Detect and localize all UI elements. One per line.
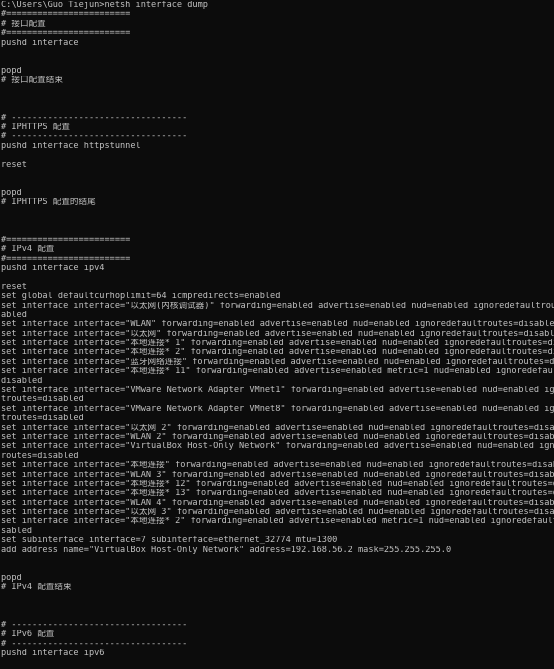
console-line: set interface interface="以太网 3" forwardi… (1, 508, 554, 518)
console-line: #======================== (1, 29, 131, 39)
console-line: set interface interface="VMware Network … (1, 404, 554, 414)
console-line: pushd interface httpstunnel (1, 141, 141, 151)
console-line: set interface interface="WLAN 4" forward… (1, 498, 554, 508)
console-line: #======================== (1, 10, 131, 20)
console-line: disabled (1, 376, 43, 386)
console-line: pushd interface ipv4 (1, 263, 105, 273)
console-output: C:\Users\Guo Tiejun>netsh interface dump… (1, 1, 554, 658)
console-line: set interface interface="以太网 2" forwardi… (1, 423, 554, 433)
console-line: set interface interface="VMware Network … (1, 386, 554, 396)
console-line: # ---------------------------------- (1, 639, 188, 649)
console-line: pushd interface ipv6 (1, 648, 105, 658)
console-line: sabled (1, 526, 33, 536)
console-line: reset (1, 160, 27, 170)
console-line: popd (1, 573, 22, 583)
console-line: set interface interface="本地连接* 2" forwar… (1, 517, 554, 527)
command-prompt-line: C:\Users\Guo Tiejun>netsh interface dump (1, 1, 208, 10)
console-line: reset (1, 282, 27, 292)
console-line: set interface interface="本地连接* 13" forwa… (1, 489, 554, 499)
console-line: popd (1, 188, 22, 198)
console-line: # 接口配置结束 (1, 76, 63, 86)
console-line: # IPv4 配置 (1, 245, 55, 255)
console-line: set interface interface="WLAN" forwardin… (1, 320, 554, 330)
console-line: set interface interface="本地连接* 12" forwa… (1, 479, 554, 489)
console-line: set interface interface="本地连接* 2" forwar… (1, 348, 554, 358)
console-line: # 接口配置 (1, 19, 46, 29)
console-line: set interface interface="本地连接* 11" forwa… (1, 367, 554, 377)
console-line: troutes=disabled (1, 414, 84, 424)
console-window[interactable]: C:\Users\Guo Tiejun>netsh interface dump… (0, 0, 554, 669)
console-line: # IPHTTPS 配置 (1, 123, 70, 133)
console-line: set interface interface="本地连接" forwardin… (1, 461, 554, 471)
console-line: set interface interface="WLAN 2" forward… (1, 432, 554, 442)
console-line: abled (1, 310, 27, 320)
console-line: # ---------------------------------- (1, 620, 188, 630)
console-line: set interface interface="VirtualBox Host… (1, 442, 554, 452)
console-line: set interface interface="蓝牙网络连接" forward… (1, 357, 554, 367)
console-line: routes=disabled (1, 451, 79, 461)
console-line: # ---------------------------------- (1, 132, 188, 142)
console-line: #======================== (1, 254, 131, 264)
console-line: set subinterface interface=7 subinterfac… (1, 536, 338, 546)
console-line: add address name="VirtualBox Host-Only N… (1, 545, 452, 555)
console-line: set interface interface="WLAN 3" forward… (1, 470, 554, 480)
console-line: set global defaultcurhoplimit=64 icmpred… (1, 292, 281, 302)
console-line: set interface interface="以太网(内核调试器)" for… (1, 301, 554, 311)
console-line: set interface interface="本地连接* 1" forwar… (1, 339, 554, 349)
console-line: #======================== (1, 235, 131, 245)
console-line: # IPHTTPS 配置的结尾 (1, 198, 96, 208)
console-line: pushd interface (1, 38, 79, 48)
console-line: # IPv6 配置 (1, 630, 55, 640)
console-line: # ---------------------------------- (1, 113, 188, 123)
console-line: # IPv4 配置结束 (1, 583, 72, 593)
console-line: troutes=disabled (1, 395, 84, 405)
console-line: popd (1, 66, 22, 76)
console-line: set interface interface="以太网" forwarding… (1, 329, 554, 339)
